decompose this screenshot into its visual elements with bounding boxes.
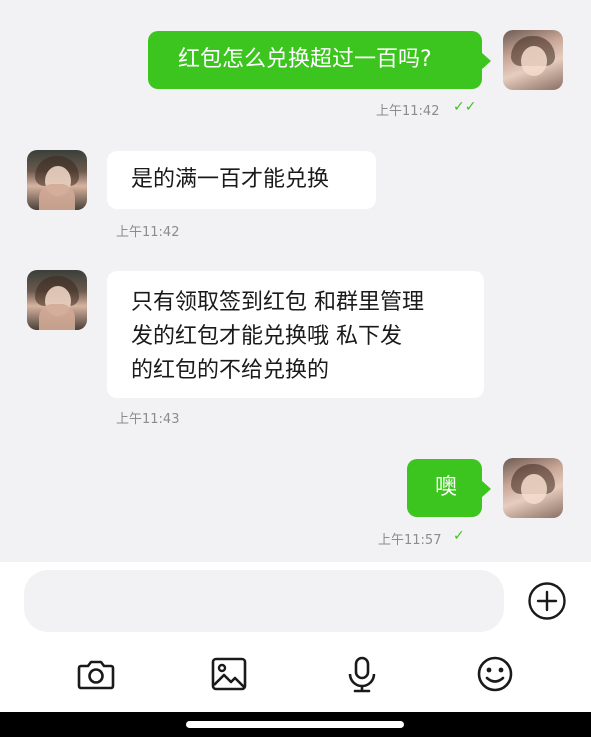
message-bubble-incoming[interactable]: 只有领取签到红包 和群里管理 发的红包才能兑换哦 私下发 的红包的不给兑换的	[107, 271, 484, 398]
message-line: 发的红包才能兑换哦 私下发	[131, 324, 402, 349]
message-timestamp: 上午11:42	[376, 104, 440, 119]
message-composer	[0, 562, 591, 712]
emoji-icon[interactable]	[475, 654, 515, 694]
message-bubble-outgoing[interactable]: 红包怎么兑换超过一百吗?	[148, 31, 482, 89]
chat-message-list: 红包怎么兑换超过一百吗? 上午11:42 ✓✓ 是的满一百才能兑换 上午11:4…	[0, 0, 591, 562]
home-indicator[interactable]	[186, 721, 404, 728]
message-bubble-incoming[interactable]: 是的满一百才能兑换	[107, 151, 376, 209]
system-home-bar	[0, 712, 591, 737]
message-timestamp: 上午11:43	[116, 412, 180, 427]
message-line: 只有领取签到红包 和群里管理	[131, 290, 424, 315]
image-icon[interactable]	[209, 654, 249, 694]
camera-icon[interactable]	[76, 654, 116, 694]
self-avatar[interactable]	[503, 30, 563, 90]
message-timestamp: 上午11:57	[378, 533, 442, 548]
message-timestamp: 上午11:42	[116, 225, 180, 240]
contact-avatar[interactable]	[27, 270, 87, 330]
self-avatar[interactable]	[503, 458, 563, 518]
bubble-tail	[481, 480, 491, 498]
bubble-tail	[481, 52, 491, 70]
single-check-icon: ✓	[453, 528, 465, 544]
double-check-icon: ✓✓	[453, 99, 477, 115]
message-bubble-outgoing[interactable]: 噢	[407, 459, 482, 517]
plus-icon[interactable]	[527, 581, 567, 621]
message-line: 的红包的不给兑换的	[131, 358, 330, 383]
message-input[interactable]	[24, 570, 504, 632]
contact-avatar[interactable]	[27, 150, 87, 210]
microphone-icon[interactable]	[342, 654, 382, 694]
